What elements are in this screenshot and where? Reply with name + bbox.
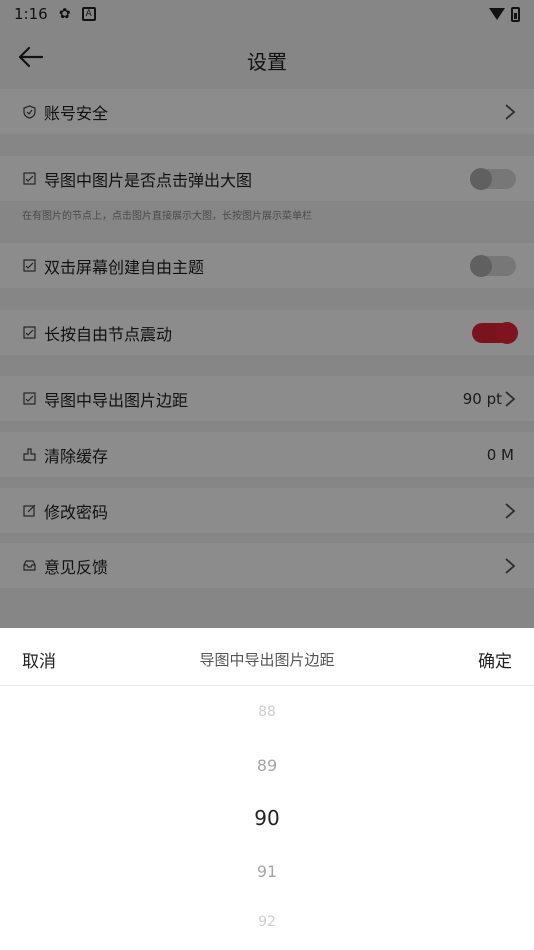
confirm-button[interactable]: 确定 [478, 647, 512, 672]
picker-option[interactable]: 92 [0, 914, 534, 930]
number-wheel-picker[interactable]: 88 89 90 91 92 [0, 686, 534, 950]
picker-option[interactable]: 89 [0, 756, 534, 775]
picker-option[interactable]: 91 [0, 862, 534, 881]
picker-header: 取消 导图中导出图片边距 确定 [0, 628, 534, 686]
margin-picker-sheet: 取消 导图中导出图片边距 确定 88 89 90 91 92 [0, 628, 534, 950]
picker-option-selected[interactable]: 90 [0, 806, 534, 830]
picker-title: 导图中导出图片边距 [199, 651, 335, 669]
picker-option[interactable]: 88 [0, 704, 534, 720]
